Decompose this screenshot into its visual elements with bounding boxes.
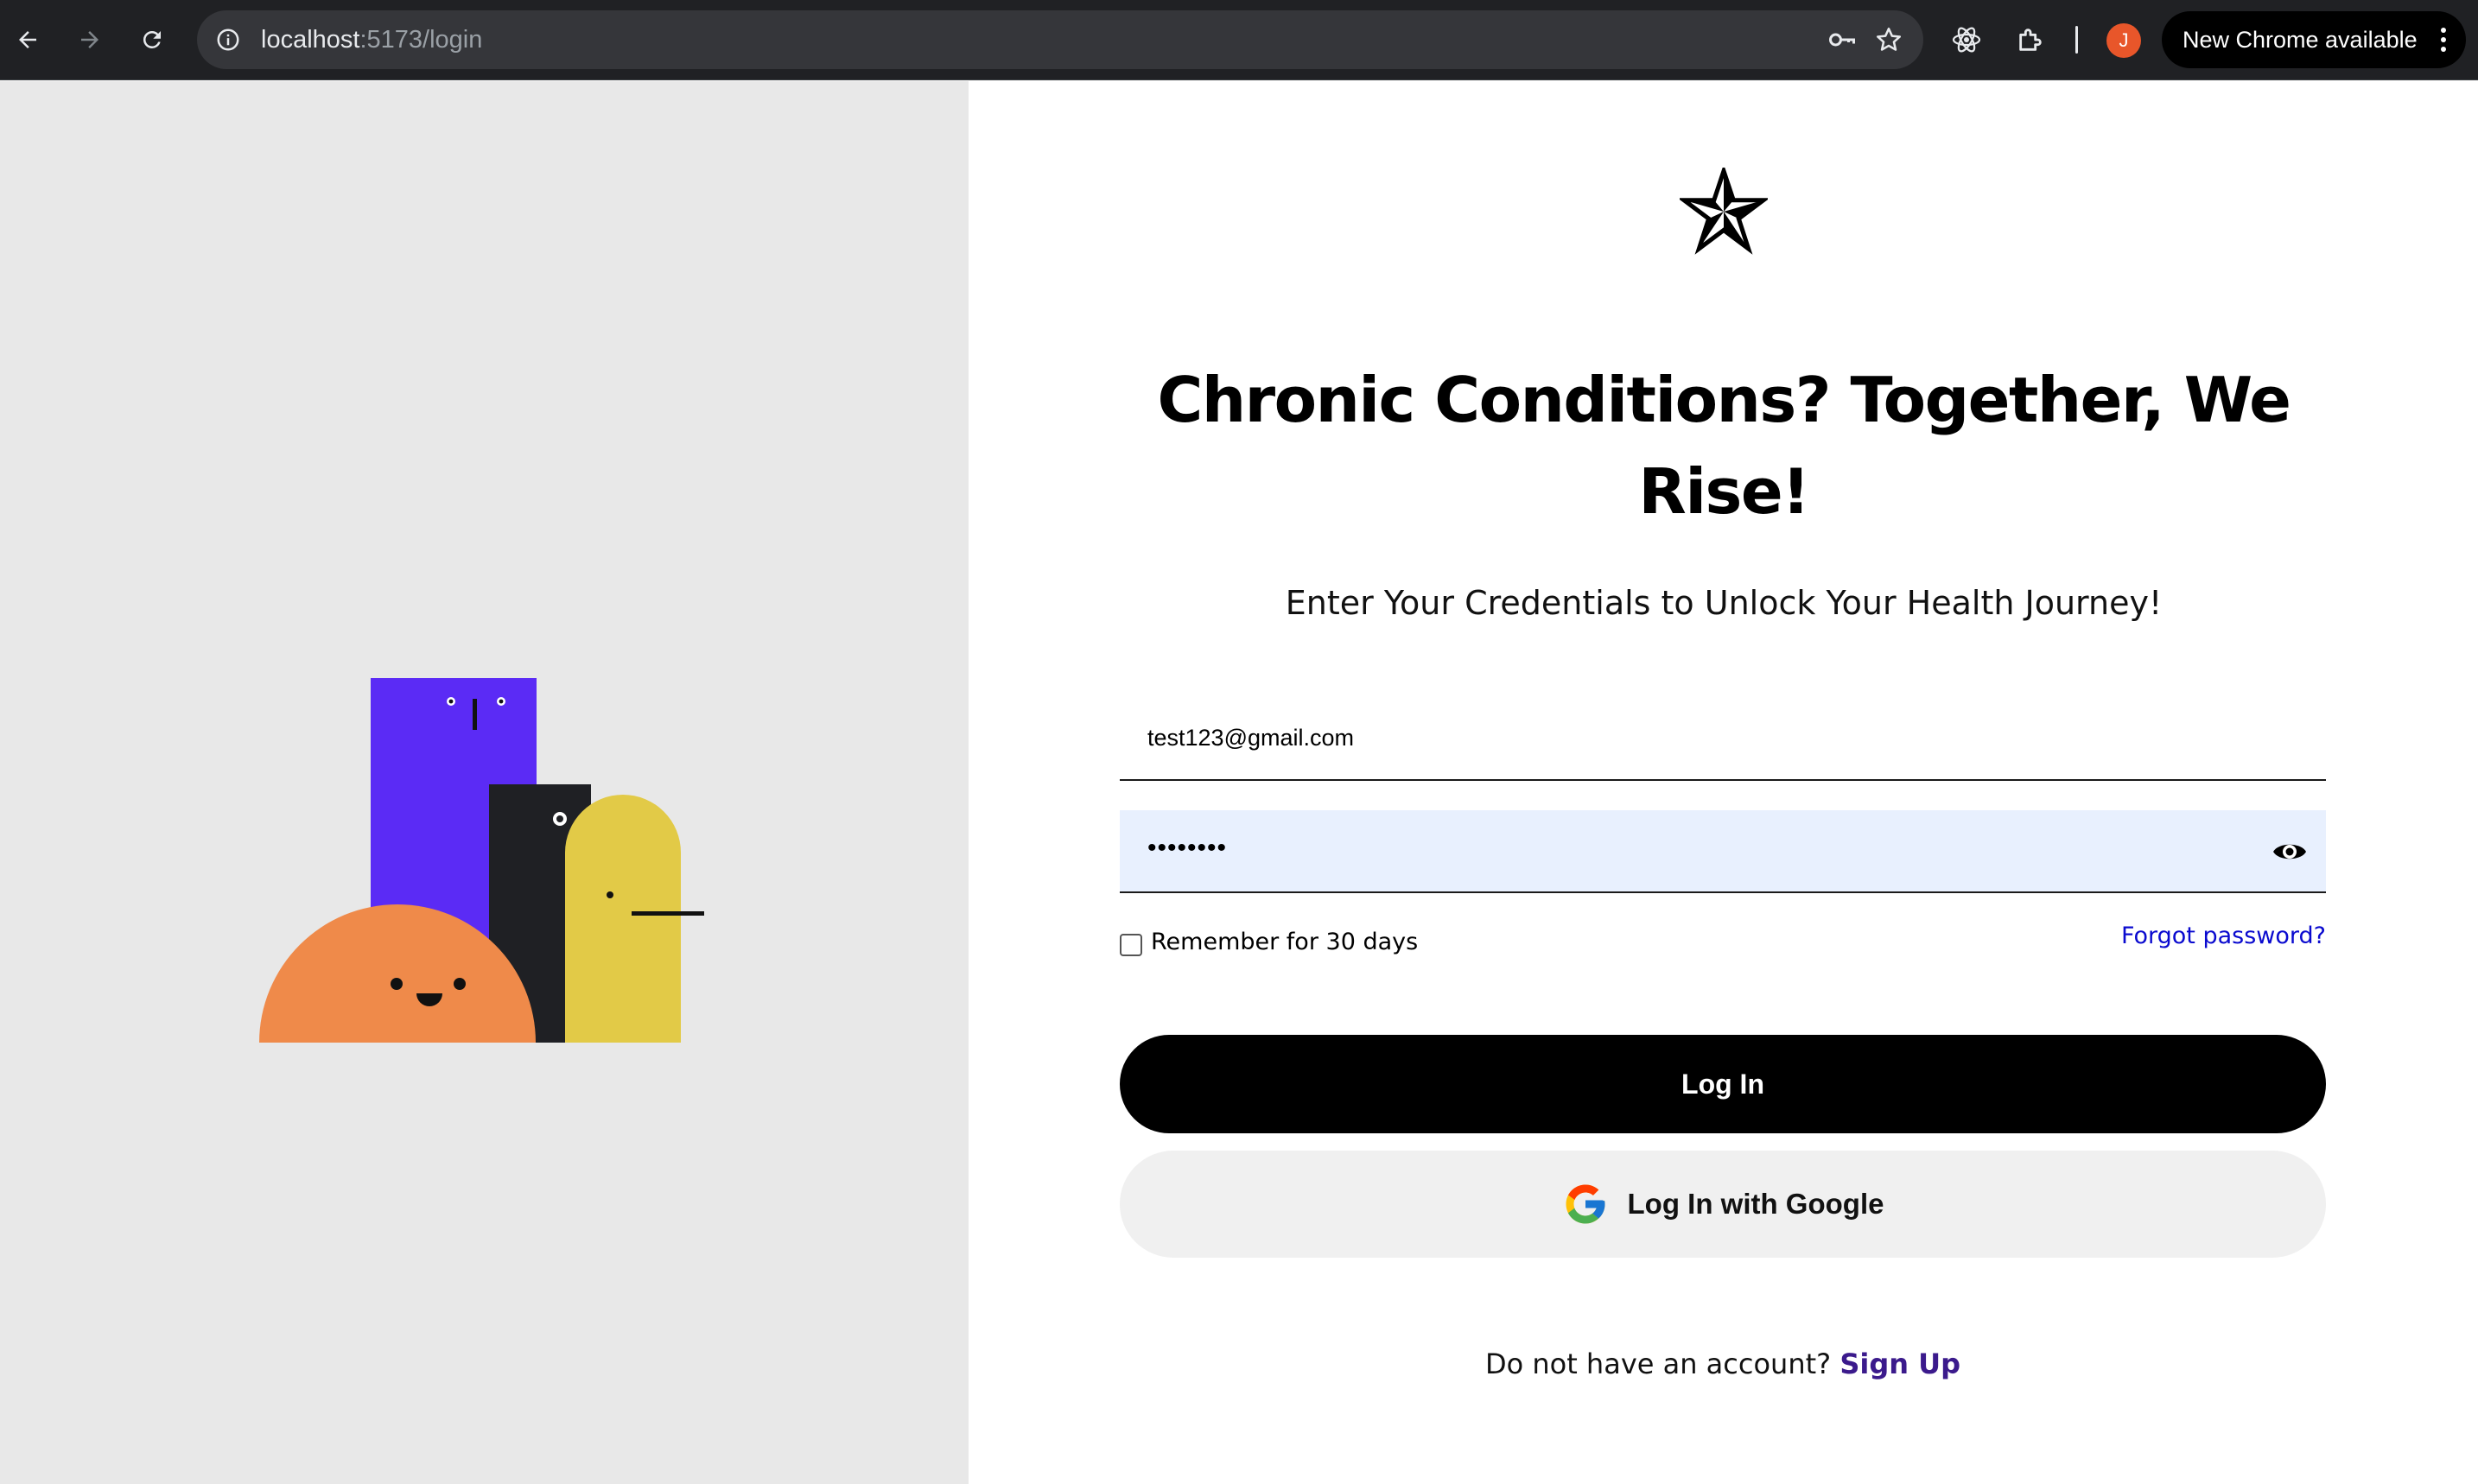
back-arrow-icon[interactable] bbox=[7, 19, 48, 60]
google-g-icon bbox=[1566, 1184, 1605, 1224]
remember-checkbox[interactable] bbox=[1120, 934, 1142, 956]
login-panel bbox=[969, 81, 2478, 1484]
email-value: test123@gmail.com bbox=[1147, 725, 1355, 751]
google-login-label: Log In with Google bbox=[1627, 1188, 1884, 1220]
extensions-puzzle-icon[interactable] bbox=[2010, 19, 2051, 60]
update-label: New Chrome available bbox=[2183, 27, 2418, 53]
login-button-label: Log In bbox=[1681, 1068, 1764, 1100]
bookmark-star-icon[interactable] bbox=[1871, 22, 1906, 57]
url-text[interactable]: localhost:5173/login bbox=[261, 25, 482, 54]
toolbar-separator bbox=[2075, 26, 2078, 54]
browser-toolbar: localhost:5173/login J New Chrome availa… bbox=[0, 0, 2478, 80]
password-key-icon[interactable] bbox=[1825, 22, 1859, 57]
signup-row: Do not have an account? Sign Up bbox=[1120, 1348, 2326, 1380]
remember-label[interactable]: Remember for 30 days bbox=[1151, 929, 1418, 955]
profile-avatar[interactable]: J bbox=[2106, 23, 2141, 58]
forward-arrow-icon[interactable] bbox=[69, 19, 111, 60]
page-subtitle: Enter Your Credentials to Unlock Your He… bbox=[1285, 584, 2163, 622]
forgot-password-link[interactable]: Forgot password? bbox=[2121, 923, 2326, 949]
yellow-character bbox=[565, 795, 681, 1043]
google-login-button[interactable]: Log In with Google bbox=[1120, 1151, 2326, 1258]
signup-prompt: Do not have an account? bbox=[1484, 1348, 1832, 1380]
reload-icon[interactable] bbox=[131, 19, 173, 60]
characters-illustration bbox=[259, 678, 704, 1043]
address-bar[interactable]: localhost:5173/login bbox=[197, 10, 1923, 69]
password-value: •••••••• bbox=[1147, 834, 1228, 862]
remember-me-row: Remember for 30 days bbox=[1120, 924, 1418, 959]
site-info-icon[interactable] bbox=[213, 24, 244, 55]
password-field[interactable]: •••••••• bbox=[1120, 810, 2326, 893]
page-title: Chronic Conditions? Together, We Rise! bbox=[1157, 364, 2291, 528]
login-button[interactable]: Log In bbox=[1120, 1035, 2326, 1133]
react-devtools-icon[interactable] bbox=[1946, 19, 1987, 60]
more-vert-icon[interactable] bbox=[2433, 23, 2454, 56]
show-password-eye-icon[interactable] bbox=[2271, 834, 2309, 869]
signup-link[interactable]: Sign Up bbox=[1839, 1348, 1960, 1380]
new-chrome-available-button[interactable]: New Chrome available bbox=[2162, 11, 2466, 68]
star-logo-icon bbox=[1680, 168, 1768, 255]
url-host: localhost bbox=[261, 26, 360, 54]
url-path: :5173/login bbox=[359, 26, 483, 54]
email-field[interactable]: test123@gmail.com bbox=[1120, 698, 2326, 781]
